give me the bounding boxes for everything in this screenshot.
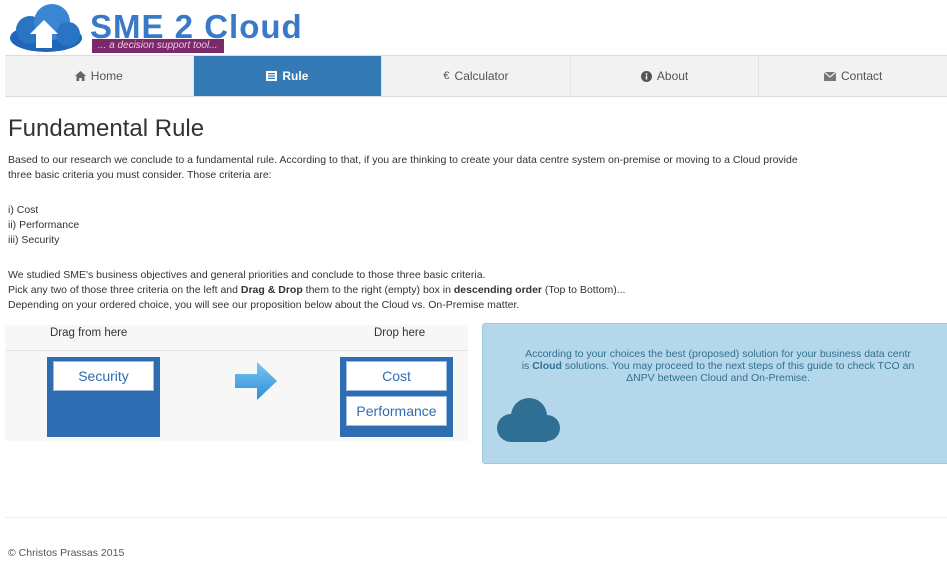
criteria-list: i) Cost ii) Performance iii) Security: [8, 203, 79, 248]
instruction-line: We studied SME's business objectives and…: [8, 269, 486, 281]
drop-target-label: Drop here: [374, 327, 426, 339]
result-line: is Cloud solutions. You may proceed to t…: [483, 360, 947, 372]
nav-contact[interactable]: Contact: [759, 56, 947, 96]
logo[interactable]: SME 2 Cloud ... a decision support tool.…: [6, 2, 306, 56]
intro-line: Based to our research we conclude to a f…: [8, 154, 798, 166]
criteria-item-security: iii) Security: [8, 234, 60, 246]
cloud-icon: [497, 398, 560, 442]
instruction-text: (Top to Bottom)...: [542, 284, 626, 296]
home-icon: [74, 71, 86, 81]
logo-subtitle: ... a decision support tool...: [92, 39, 224, 53]
drag-source-label: Drag from here: [50, 327, 128, 339]
info-icon: [640, 70, 652, 82]
result-line: ΔNPV between Cloud and On-Premise.: [626, 372, 810, 384]
envelope-icon: [823, 71, 836, 81]
nav-contact-label: Contact: [840, 69, 883, 83]
footer-divider: [5, 517, 947, 518]
result-line: According to your choices the best (prop…: [525, 348, 911, 360]
instruction-bold: descending order: [453, 284, 542, 296]
result-text: solutions. You may proceed to the next s…: [561, 360, 915, 372]
nav-rule-label: Rule: [282, 69, 309, 83]
drag-drop-area: Drag from here Drop here Security Cost P…: [5, 325, 468, 441]
instruction-text: Pick any two of those three criteria on …: [8, 284, 241, 296]
intro-line: three basic criteria you must consider. …: [8, 169, 272, 181]
instructions-paragraph: We studied SME's business objectives and…: [8, 268, 625, 313]
criteria-item-performance: ii) Performance: [8, 219, 80, 231]
nav-calculator-label: Calculator: [454, 69, 509, 83]
list-icon: [266, 71, 278, 81]
criterion-performance[interactable]: Performance: [346, 396, 447, 426]
nav-about[interactable]: About: [571, 56, 760, 96]
criterion-cost[interactable]: Cost: [346, 361, 447, 391]
result-message: According to your choices the best (prop…: [483, 348, 947, 384]
nav-calculator[interactable]: € Calculator: [382, 56, 571, 96]
instruction-bold: Drag & Drop: [240, 284, 303, 296]
main-navbar: Home Rule € Calculator About Contact: [5, 55, 947, 97]
euro-icon: €: [443, 70, 450, 82]
result-highlight: Cloud: [532, 360, 562, 372]
result-panel: According to your choices the best (prop…: [482, 323, 947, 464]
nav-about-label: About: [656, 69, 689, 83]
drop-target-box[interactable]: Cost Performance: [340, 357, 453, 437]
drag-source-box[interactable]: Security: [47, 357, 160, 437]
footer-copyright: © Christos Prassas 2015: [8, 547, 125, 559]
nav-home-label: Home: [90, 69, 123, 83]
instruction-text: them to the right (empty) box in: [302, 284, 454, 296]
page-title: Fundamental Rule: [8, 115, 205, 142]
divider: [5, 350, 468, 351]
arrow-right-icon: [235, 362, 277, 400]
instruction-line: Pick any two of those three criteria on …: [8, 283, 625, 298]
cloud-logo-icon: [10, 4, 82, 52]
intro-paragraph: Based to our research we conclude to a f…: [8, 153, 798, 183]
nav-home[interactable]: Home: [5, 56, 194, 96]
result-text: is: [521, 360, 533, 372]
nav-rule[interactable]: Rule: [193, 56, 383, 96]
criterion-security[interactable]: Security: [53, 361, 154, 391]
instruction-line: Depending on your ordered choice, you wi…: [8, 299, 520, 311]
criteria-item-cost: i) Cost: [8, 204, 39, 216]
